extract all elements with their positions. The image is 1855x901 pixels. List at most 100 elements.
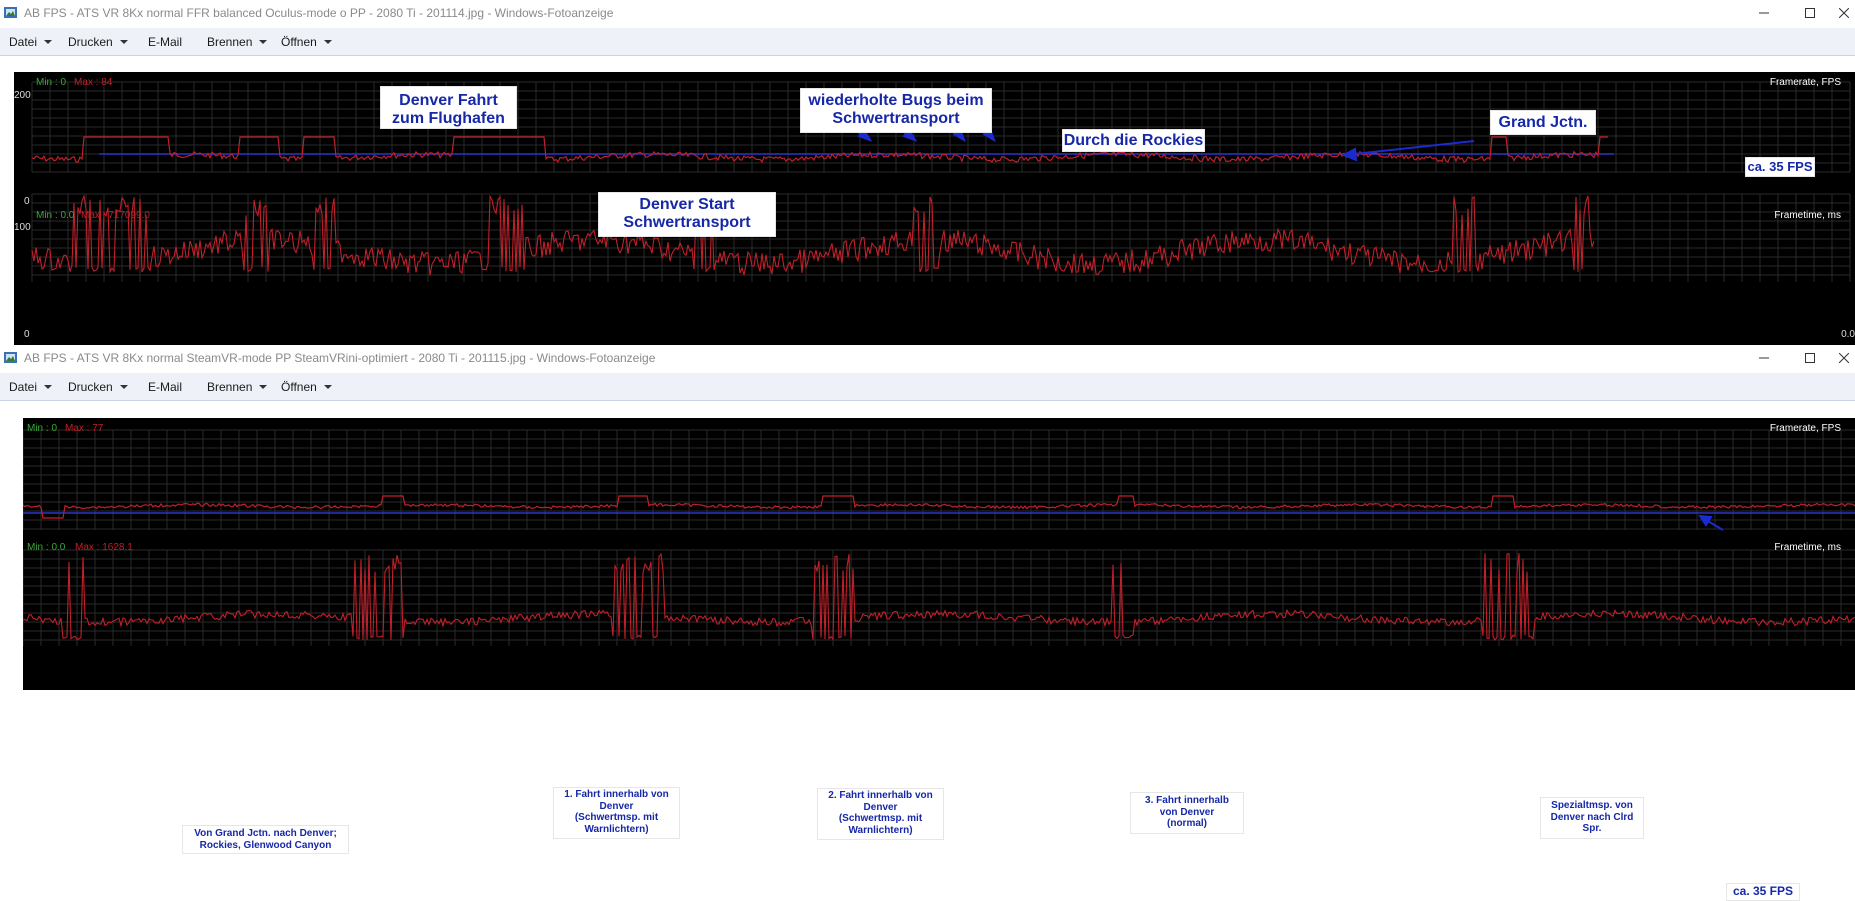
fps-min-label: Min : 0 — [27, 423, 58, 434]
menu-bar: Datei Drucken E-Mail Brennen Öffnen — [0, 373, 1855, 401]
annotation-spezial: Spezialtmsp. von Denver nach Clrd Spr. — [1540, 797, 1644, 839]
callout-line: Denver Fahrt — [399, 92, 498, 109]
minimize-icon — [1759, 12, 1769, 14]
annotation-rockies: Durch die Rockies — [1062, 129, 1205, 152]
callout-line: (Schwertmsp. mit — [574, 812, 659, 823]
maximize-button[interactable] — [1787, 0, 1833, 26]
maximize-icon — [1805, 8, 1815, 18]
callout-line: Schwertransport — [832, 110, 960, 128]
callout-line: (normal) — [1167, 818, 1207, 829]
menu-label: E-Mail — [148, 380, 183, 394]
fps-graph-name: Framerate, FPS — [1769, 423, 1841, 434]
window-title: AB FPS - ATS VR 8Kx normal SteamVR-mode … — [24, 351, 656, 365]
close-button[interactable] — [1833, 345, 1855, 371]
afterburner-graph — [23, 429, 1855, 646]
menu-label: Brennen — [207, 380, 253, 394]
callout-line: 2. Fahrt innerhalb von — [828, 790, 933, 801]
minimize-button[interactable] — [1741, 0, 1787, 26]
callout-line: 1. Fahrt innerhalb von — [564, 789, 669, 800]
callout-line: Grand Jctn. — [1498, 114, 1588, 131]
menu-bar: Datei Drucken E-Mail Brennen Öffnen — [0, 28, 1855, 56]
fps-y-top: 200 — [14, 90, 31, 101]
callout-line: Denver — [599, 800, 634, 812]
menu-oeffnen[interactable]: Öffnen — [281, 28, 332, 56]
menu-label: Drucken — [68, 35, 113, 49]
ft-max-label: Max : 717099.0 — [81, 210, 150, 221]
photo-viewer-window-1: AB FPS - ATS VR 8Kx normal FFR balanced … — [0, 0, 1855, 345]
menu-oeffnen[interactable]: Öffnen — [281, 373, 332, 401]
menu-email[interactable]: E-Mail — [148, 28, 182, 56]
frametime-series-line — [23, 552, 1855, 642]
close-button[interactable] — [1833, 0, 1855, 26]
callout-line: ca. 35 FPS — [1747, 159, 1813, 174]
maximize-button[interactable] — [1787, 345, 1833, 371]
callout-line: 3. Fahrt innerhalb — [1145, 795, 1229, 806]
ft-graph-name: Frametime, ms — [1774, 542, 1841, 553]
menu-brennen[interactable]: Brennen — [207, 373, 268, 401]
fps-graph-name: Framerate, FPS — [1769, 77, 1841, 88]
chevron-down-icon — [44, 39, 53, 44]
annotation-grand-jctn-denver: Von Grand Jctn. nach Denver; Rockies, Gle… — [182, 825, 349, 854]
ft-y-bottom: 0 — [24, 329, 30, 340]
ft-right-value: 0.0 — [1841, 329, 1855, 340]
chevron-down-icon — [323, 39, 332, 44]
annotation-denver-start: Denver Start Schwertransport — [598, 192, 776, 237]
menu-label: Datei — [9, 35, 38, 49]
minimize-button[interactable] — [1741, 345, 1787, 371]
annotation-fps35: ca. 35 FPS — [1745, 157, 1815, 177]
menu-label: Brennen — [207, 35, 253, 49]
callout-line: von Denver — [1159, 806, 1215, 818]
callout-line: Denver Start — [639, 196, 735, 213]
title-bar: AB FPS - ATS VR 8Kx normal FFR balanced … — [0, 0, 1855, 26]
callout-line: ca. 35 FPS — [1732, 884, 1794, 898]
menu-datei[interactable]: Datei — [9, 28, 53, 56]
callout-line: Spr. — [1582, 823, 1602, 834]
annotation-grand-jctn: Grand Jctn. — [1490, 110, 1596, 135]
fps-max-label: Max : 84 — [74, 77, 113, 88]
menu-brennen[interactable]: Brennen — [207, 28, 268, 56]
callout-line: Warnlichtern) — [584, 823, 649, 835]
photo-image: Min : 0 Max : 77 Framerate, FPS Min : 0.… — [23, 418, 1855, 690]
menu-datei[interactable]: Datei — [9, 373, 53, 401]
callout-line: Denver nach Clrd — [1550, 811, 1634, 823]
fps-series-line — [31, 136, 1608, 164]
ft-y-top: 100 — [14, 222, 31, 233]
annotation-fps35b: ca. 35 FPS — [1726, 883, 1800, 901]
menu-email[interactable]: E-Mail — [148, 373, 182, 401]
callout-line: Durch die Rockies — [1063, 132, 1204, 149]
callout-line: zum Flughafen — [392, 110, 505, 128]
annotation-fahrt3: 3. Fahrt innerhalb von Denver (normal) — [1130, 792, 1244, 834]
callout-line: Spezialtmsp. von — [1551, 800, 1633, 811]
chevron-down-icon — [44, 384, 53, 389]
chevron-down-icon — [323, 384, 332, 389]
ft-min-label: Min : 0.0 — [27, 542, 66, 553]
callout-line: wiederholte Bugs beim — [808, 92, 984, 109]
fps-y-bottom: 0 — [24, 196, 30, 207]
callout-line: (Schwertmsp. mit — [838, 813, 923, 824]
window-title: AB FPS - ATS VR 8Kx normal FFR balanced … — [24, 6, 614, 20]
callout-line: Denver — [863, 801, 898, 813]
ft-min-label: Min : 0.0 — [36, 210, 75, 221]
close-icon — [1839, 353, 1849, 363]
minimize-icon — [1759, 357, 1769, 359]
maximize-icon — [1805, 353, 1815, 363]
callout-line: Von Grand Jctn. nach Denver; — [194, 828, 337, 839]
photo-viewer-window-2: AB FPS - ATS VR 8Kx normal SteamVR-mode … — [0, 345, 1855, 901]
chevron-down-icon — [119, 39, 128, 44]
chevron-down-icon — [259, 39, 268, 44]
graph-grid — [23, 549, 1855, 646]
menu-drucken[interactable]: Drucken — [68, 28, 128, 56]
graph-grid — [23, 429, 1855, 530]
annotation-denver-fahrt: Denver Fahrt zum Flughafen — [380, 86, 517, 129]
annotation-fahrt2: 2. Fahrt innerhalb von Denver (Schwertmsp.… — [817, 788, 944, 840]
photo-viewer-icon — [4, 7, 17, 18]
photo-viewer-icon — [4, 352, 17, 363]
callout-line: Warnlichtern) — [848, 824, 913, 836]
menu-drucken[interactable]: Drucken — [68, 373, 128, 401]
menu-label: Öffnen — [281, 380, 317, 394]
annotation-fahrt1: 1. Fahrt innerhalb von Denver (Schwertmsp.… — [553, 787, 680, 839]
menu-label: Öffnen — [281, 35, 317, 49]
fps-max-label: Max : 77 — [65, 423, 104, 434]
fps-min-label: Min : 0 — [36, 77, 67, 88]
ft-max-label: Max : 1628.1 — [75, 542, 133, 553]
